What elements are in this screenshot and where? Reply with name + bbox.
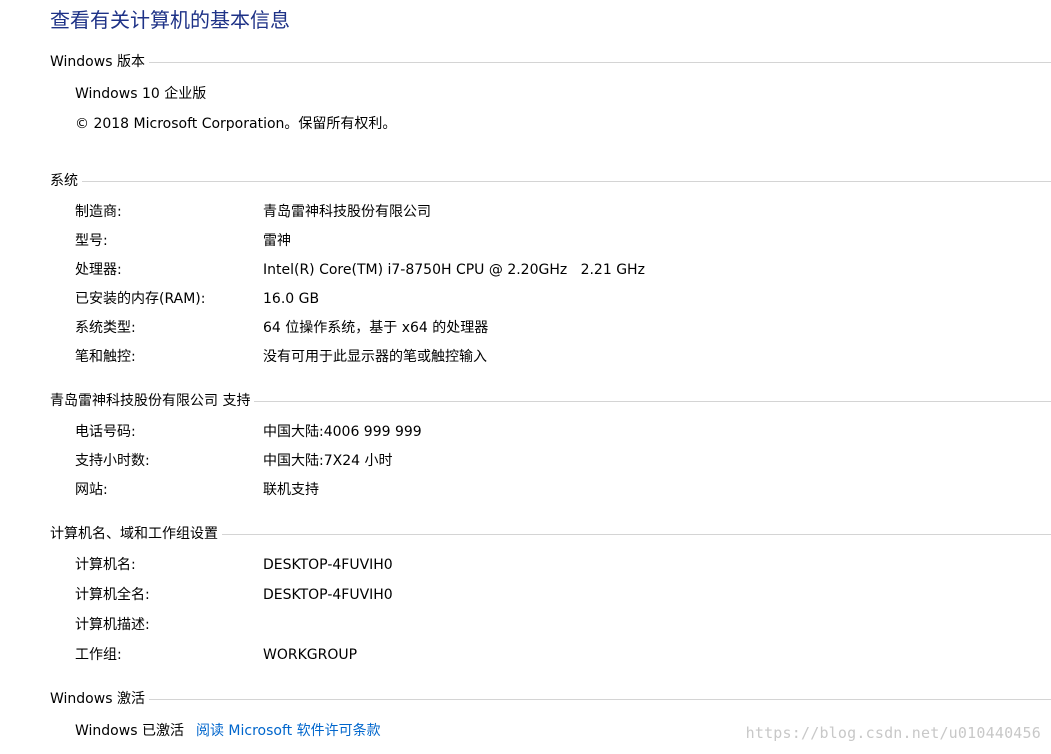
info-value: 中国大陆:4006 999 999 [263, 424, 422, 440]
info-value: 16.0 GB [263, 291, 320, 307]
info-label: 笔和触控: [75, 349, 136, 365]
section-header-computer: 计算机名、域和工作组设置 [50, 523, 1051, 543]
section-divider [254, 400, 1051, 402]
section-title-support: 青岛雷神科技股份有限公司 支持 [50, 393, 251, 409]
section-title-edition: Windows 版本 [50, 54, 145, 70]
section-title-activation: Windows 激活 [50, 691, 145, 707]
info-value: DESKTOP-4FUVIH0 [263, 557, 393, 573]
info-label: 制造商: [75, 204, 122, 220]
info-label: 支持小时数: [75, 453, 150, 469]
info-value: 64 位操作系统，基于 x64 的处理器 [263, 320, 489, 336]
info-value: WORKGROUP [263, 647, 358, 663]
info-label: 型号: [75, 233, 108, 249]
copyright-text: © 2018 Microsoft Corporation。保留所有权利。 [75, 116, 397, 132]
section-divider [222, 533, 1051, 535]
section-title-system: 系统 [50, 173, 78, 189]
info-value: DESKTOP-4FUVIH0 [263, 587, 393, 603]
watermark: https://blog.csdn.net/u010440456 [745, 724, 1041, 742]
info-value: 中国大陆:7X24 小时 [263, 453, 393, 469]
section-title-computer: 计算机名、域和工作组设置 [50, 526, 218, 542]
info-label: 网站: [75, 482, 108, 498]
info-value: 青岛雷神科技股份有限公司 [263, 204, 431, 220]
page-title: 查看有关计算机的基本信息 [50, 8, 290, 32]
info-label: 处理器: [75, 262, 122, 278]
info-value: 雷神 [263, 233, 291, 249]
info-value: 没有可用于此显示器的笔或触控输入 [263, 349, 487, 365]
section-divider [148, 698, 1051, 700]
online-support-link[interactable]: 联机支持 [263, 480, 319, 500]
section-divider [148, 61, 1051, 63]
info-value: Intel(R) Core(TM) i7-8750H CPU @ 2.20GHz… [263, 262, 645, 278]
activation-status: Windows 已激活 [75, 723, 184, 739]
info-label: 计算机全名: [75, 587, 150, 603]
section-header-support: 青岛雷神科技股份有限公司 支持 [50, 390, 1051, 410]
section-header-activation: Windows 激活 [50, 688, 1051, 708]
info-label: 电话号码: [75, 424, 136, 440]
section-divider [82, 180, 1051, 182]
info-label: 工作组: [75, 647, 122, 663]
activation-row: Windows 已激活 阅读 Microsoft 软件许可条款 [75, 721, 381, 741]
info-label: 计算机名: [75, 557, 136, 573]
license-terms-link[interactable]: 阅读 Microsoft 软件许可条款 [196, 723, 381, 739]
info-label: 计算机描述: [75, 617, 150, 633]
info-label: 已安装的内存(RAM): [75, 291, 206, 307]
info-label: 系统类型: [75, 320, 136, 336]
edition-name: Windows 10 企业版 [75, 86, 207, 102]
section-header-edition: Windows 版本 [50, 51, 1051, 71]
section-header-system: 系统 [50, 170, 1051, 190]
